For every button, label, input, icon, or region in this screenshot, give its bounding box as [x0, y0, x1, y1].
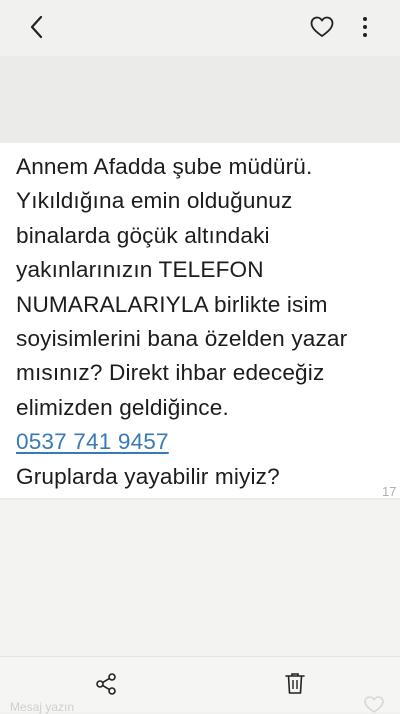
trash-icon[interactable] [284, 671, 306, 695]
chevron-left-icon[interactable] [26, 14, 48, 40]
message-line: mısınız? Direkt ihbar edeceğiz [16, 360, 325, 386]
phone-number-link[interactable]: 0537 741 9457 [16, 429, 169, 454]
message-line: Yıkıldığına emin olduğunuz [16, 188, 293, 214]
message-line: soyisimlerini bana özelden yazar [16, 326, 348, 352]
message-line: elimizden geldiğince. [16, 394, 229, 420]
message-text: Annem Afadda şube müdürü. Yıkıldığına em… [16, 150, 400, 494]
heart-icon [364, 696, 384, 713]
message-timestamp: 17 [382, 484, 397, 499]
reply-field-peek: Mesaj yazın [10, 700, 75, 714]
message-line: Gruplarda yayabilir miyiz? [16, 463, 280, 489]
heart-icon[interactable] [309, 15, 335, 39]
top-bar [0, 0, 400, 56]
message-line: binalarda göçük altındaki [16, 222, 270, 248]
vertical-ellipsis-icon[interactable] [358, 14, 372, 40]
message-line: NUMARALARIYLA birlikte isim [16, 291, 328, 317]
message-line: Annem Afadda şube müdürü. [16, 154, 313, 179]
message-line: yakınlarınızın TELEFON [16, 257, 264, 283]
share-icon[interactable] [95, 672, 117, 696]
